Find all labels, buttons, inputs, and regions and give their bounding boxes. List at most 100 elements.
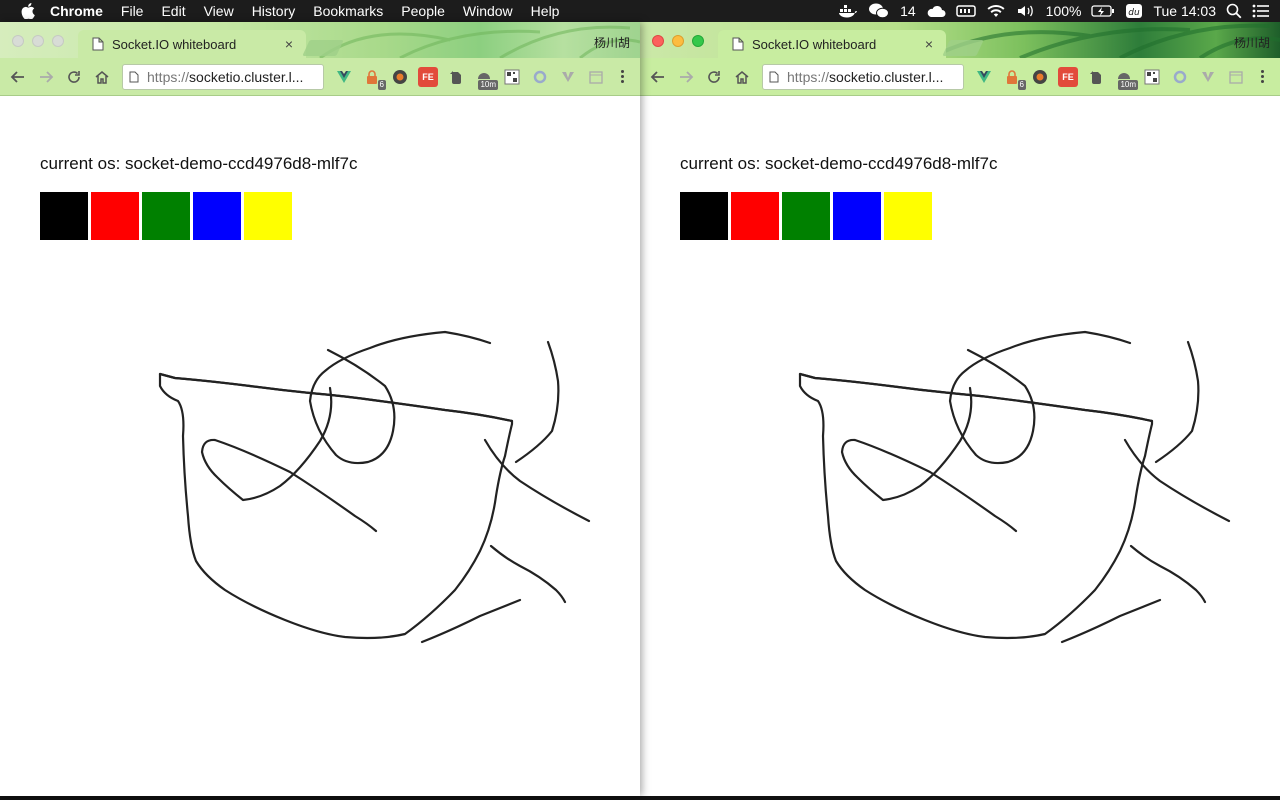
menu-app-name[interactable]: Chrome: [50, 0, 103, 22]
timer-extension-icon[interactable]: 10m: [1114, 67, 1138, 90]
reload-icon: [68, 70, 80, 83]
menu-help[interactable]: Help: [531, 0, 560, 22]
menu-bar: Chrome File Edit View History Bookmarks …: [0, 0, 1280, 22]
memory-icon[interactable]: [955, 0, 976, 22]
cloud-icon[interactable]: [926, 0, 946, 22]
camera-extension-icon[interactable]: [390, 67, 410, 87]
color-swatch-black[interactable]: [680, 192, 728, 240]
tab-socketio-whiteboard[interactable]: Socket.IO whiteboard ×: [718, 30, 946, 58]
reload-button[interactable]: [62, 65, 86, 89]
volume-icon[interactable]: [1016, 0, 1036, 22]
color-swatch-yellow[interactable]: [884, 192, 932, 240]
close-window-button[interactable]: [652, 35, 664, 47]
du-app-icon[interactable]: du: [1125, 0, 1143, 22]
color-swatch-red[interactable]: [731, 192, 779, 240]
home-button[interactable]: [90, 65, 114, 89]
chrome-menu-button[interactable]: [1254, 67, 1270, 87]
lock-extension-icon[interactable]: 6: [362, 67, 386, 90]
home-icon: [95, 70, 109, 84]
minimize-window-button[interactable]: [672, 35, 684, 47]
menubar-clock[interactable]: Tue 14:03: [1153, 3, 1216, 19]
document-icon: [92, 37, 104, 51]
color-swatch-green[interactable]: [782, 192, 830, 240]
color-swatch-black[interactable]: [40, 192, 88, 240]
back-button[interactable]: [6, 65, 30, 89]
forward-arrow-icon: [40, 70, 54, 83]
back-arrow-icon: [10, 70, 24, 83]
notification-center-icon[interactable]: [1252, 0, 1270, 22]
menu-bookmarks[interactable]: Bookmarks: [313, 0, 383, 22]
back-button[interactable]: [646, 65, 670, 89]
profile-name[interactable]: 杨川胡: [1234, 34, 1270, 51]
qr-code-icon[interactable]: [1142, 67, 1162, 87]
menu-people[interactable]: People: [401, 0, 445, 22]
close-window-button[interactable]: [12, 35, 24, 47]
gear-extension-icon[interactable]: [1170, 67, 1190, 87]
forward-button[interactable]: [674, 65, 698, 89]
vimium-icon[interactable]: [558, 67, 578, 87]
home-button[interactable]: [730, 65, 754, 89]
gear-extension-icon[interactable]: [530, 67, 550, 87]
title-bar[interactable]: Socket.IO whiteboard × 杨川胡: [0, 22, 640, 58]
lock-extension-badge: 6: [377, 79, 386, 90]
wechat-count: 14: [900, 3, 916, 19]
title-bar[interactable]: Socket.IO whiteboard × 杨川胡: [640, 22, 1280, 58]
chrome-menu-button[interactable]: [614, 67, 630, 87]
timer-extension-icon[interactable]: 10m: [474, 67, 498, 90]
tab-title: Socket.IO whiteboard: [112, 36, 237, 52]
address-bar[interactable]: https://socketio.cluster.l...: [122, 63, 324, 90]
reload-icon: [708, 70, 720, 83]
menu-file[interactable]: File: [121, 0, 144, 22]
evernote-icon[interactable]: [446, 67, 466, 87]
menu-edit[interactable]: Edit: [161, 0, 185, 22]
timer-extension-badge: 10m: [1118, 79, 1138, 90]
battery-percent: 100%: [1045, 3, 1082, 19]
fe-helper-icon[interactable]: FE: [418, 66, 438, 87]
browser-window-right: Socket.IO whiteboard × 杨川胡 https://socke…: [640, 22, 1280, 796]
browser-window-left: Socket.IO whiteboard × 杨川胡 https://socke…: [0, 22, 640, 796]
vue-devtools-icon[interactable]: [334, 67, 354, 87]
forward-button[interactable]: [34, 65, 58, 89]
docker-icon[interactable]: [838, 0, 858, 22]
current-os-label: current os: socket-demo-ccd4976d8-mlf7c: [40, 154, 358, 173]
color-swatch-blue[interactable]: [193, 192, 241, 240]
vue-devtools-icon[interactable]: [974, 67, 994, 87]
fe-helper-label: FE: [1062, 71, 1074, 82]
color-swatch-green[interactable]: [142, 192, 190, 240]
fe-helper-icon[interactable]: FE: [1058, 66, 1078, 87]
lock-extension-icon[interactable]: 6: [1002, 67, 1026, 90]
address-bar[interactable]: https://socketio.cluster.l...: [762, 63, 964, 90]
browser-toolbar: https://socketio.cluster.l... 6 FE 10m: [0, 58, 640, 96]
zoom-window-button[interactable]: [692, 35, 704, 47]
battery-charging-icon[interactable]: [1091, 0, 1115, 22]
menu-view[interactable]: View: [204, 0, 234, 22]
apple-menu-icon[interactable]: [20, 3, 36, 19]
zoom-window-button[interactable]: [52, 35, 64, 47]
current-os-label: current os: socket-demo-ccd4976d8-mlf7c: [680, 154, 998, 173]
spotlight-search-icon[interactable]: [1226, 0, 1242, 22]
tab-close-button[interactable]: ×: [922, 36, 936, 52]
tab-close-button[interactable]: ×: [282, 36, 296, 52]
menu-window[interactable]: Window: [463, 0, 513, 22]
minimize-window-button[interactable]: [32, 35, 44, 47]
menu-history[interactable]: History: [252, 0, 296, 22]
url-scheme: https://: [147, 68, 190, 85]
window-controls: [12, 35, 64, 47]
home-icon: [735, 70, 749, 84]
profile-name[interactable]: 杨川胡: [594, 34, 630, 51]
wifi-icon[interactable]: [986, 0, 1006, 22]
color-swatch-blue[interactable]: [833, 192, 881, 240]
wechat-icon[interactable]: [868, 0, 890, 22]
tab-socketio-whiteboard[interactable]: Socket.IO whiteboard ×: [78, 30, 306, 58]
color-palette: [40, 192, 292, 240]
reload-button[interactable]: [702, 65, 726, 89]
color-swatch-yellow[interactable]: [244, 192, 292, 240]
whiteboard-page: current os: socket-demo-ccd4976d8-mlf7c: [640, 96, 1280, 796]
camera-extension-icon[interactable]: [1030, 67, 1050, 87]
qr-code-icon[interactable]: [502, 67, 522, 87]
vimium-icon[interactable]: [1198, 67, 1218, 87]
color-swatch-red[interactable]: [91, 192, 139, 240]
calendar-extension-icon[interactable]: [586, 67, 606, 87]
calendar-extension-icon[interactable]: [1226, 67, 1246, 87]
evernote-icon[interactable]: [1086, 67, 1106, 87]
